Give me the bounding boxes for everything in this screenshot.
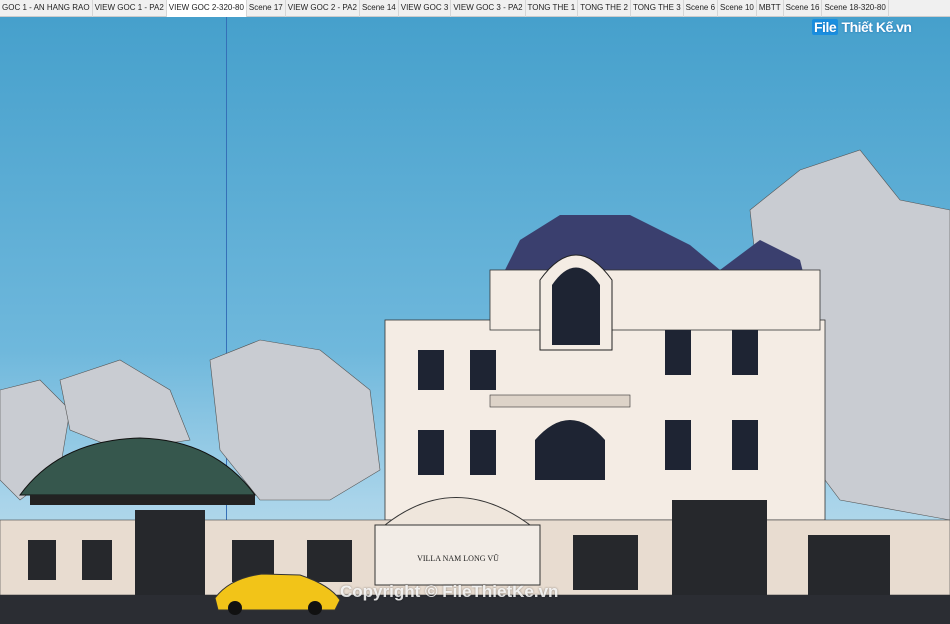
scene-tab[interactable]: Scene 6 bbox=[684, 0, 719, 17]
scene-tab[interactable]: GOC 1 - AN HANG RAO bbox=[0, 0, 93, 17]
scene-tab[interactable]: VIEW GOC 3 bbox=[399, 0, 452, 17]
scene-tab[interactable]: MBTT bbox=[757, 0, 784, 17]
villa-building bbox=[384, 215, 826, 521]
scene-tab[interactable]: TONG THE 1 bbox=[526, 0, 579, 17]
scene-tab[interactable]: VIEW GOC 1 - PA2 bbox=[93, 0, 167, 17]
villa-model: VILLA NAM LONG VŨ bbox=[0, 149, 950, 624]
scene-tab[interactable]: Scene 17 bbox=[247, 0, 286, 17]
gate-sign: VILLA NAM LONG VŨ bbox=[417, 553, 499, 563]
3d-viewport[interactable]: VILLA NAM LONG VŨ File Thiết Kế.vn Copyr… bbox=[0, 17, 950, 624]
scene-tab[interactable]: Scene 14 bbox=[360, 0, 399, 17]
scene-tab[interactable]: Scene 10 bbox=[718, 0, 757, 17]
scene-tab[interactable]: VIEW GOC 2-320-80 bbox=[166, 0, 247, 18]
scene-tab[interactable]: VIEW GOC 2 - PA2 bbox=[286, 0, 360, 17]
scene-tab[interactable]: Scene 16 bbox=[784, 0, 823, 17]
scene-tab[interactable]: TONG THE 3 bbox=[631, 0, 684, 17]
scene-tab[interactable]: VIEW GOC 3 - PA2 bbox=[451, 0, 526, 17]
scene-tabs-bar: GOC 1 - AN HANG RAO VIEW GOC 1 - PA2 VIEW … bbox=[0, 0, 950, 18]
scene-tab[interactable]: TONG THE 2 bbox=[578, 0, 631, 17]
copyright-watermark: Copyright © FileThietKe.vn bbox=[340, 582, 559, 601]
filethietke-logo: File Thiết Kế.vn bbox=[812, 19, 912, 35]
scene-tab[interactable]: Scene 18-320-80 bbox=[822, 0, 889, 17]
